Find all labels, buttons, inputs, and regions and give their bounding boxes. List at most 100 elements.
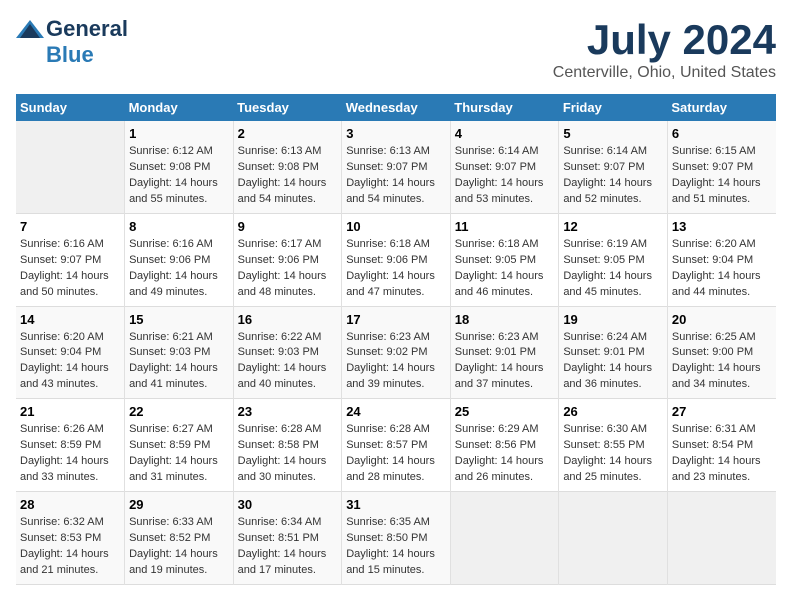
day-number: 3 xyxy=(346,126,446,141)
cell-week1-day3: 3 Sunrise: 6:13 AMSunset: 9:07 PMDayligh… xyxy=(342,121,451,213)
cell-week2-day4: 11 Sunrise: 6:18 AMSunset: 9:05 PMDaylig… xyxy=(450,213,559,306)
day-number: 21 xyxy=(20,404,120,419)
cell-content: Sunrise: 6:20 AMSunset: 9:04 PMDaylight:… xyxy=(672,238,761,298)
cell-content: Sunrise: 6:25 AMSunset: 9:00 PMDaylight:… xyxy=(672,331,761,391)
day-number: 10 xyxy=(346,219,446,234)
day-number: 6 xyxy=(672,126,772,141)
logo-icon xyxy=(16,20,44,38)
cell-week3-day4: 18 Sunrise: 6:23 AMSunset: 9:01 PMDaylig… xyxy=(450,306,559,399)
day-number: 13 xyxy=(672,219,772,234)
cell-week5-day3: 31 Sunrise: 6:35 AMSunset: 8:50 PMDaylig… xyxy=(342,492,451,585)
day-number: 26 xyxy=(563,404,663,419)
cell-content: Sunrise: 6:28 AMSunset: 8:58 PMDaylight:… xyxy=(238,423,327,483)
cell-content: Sunrise: 6:16 AMSunset: 9:06 PMDaylight:… xyxy=(129,238,218,298)
week-row-4: 21 Sunrise: 6:26 AMSunset: 8:59 PMDaylig… xyxy=(16,399,776,492)
cell-week4-day6: 27 Sunrise: 6:31 AMSunset: 8:54 PMDaylig… xyxy=(667,399,776,492)
day-number: 28 xyxy=(20,497,120,512)
cell-week1-day2: 2 Sunrise: 6:13 AMSunset: 9:08 PMDayligh… xyxy=(233,121,342,213)
cell-content: Sunrise: 6:23 AMSunset: 9:01 PMDaylight:… xyxy=(455,331,544,391)
cell-content: Sunrise: 6:15 AMSunset: 9:07 PMDaylight:… xyxy=(672,145,761,205)
cell-content: Sunrise: 6:21 AMSunset: 9:03 PMDaylight:… xyxy=(129,331,218,391)
cell-week1-day5: 5 Sunrise: 6:14 AMSunset: 9:07 PMDayligh… xyxy=(559,121,668,213)
day-number: 18 xyxy=(455,312,555,327)
title-section: July 2024 Centerville, Ohio, United Stat… xyxy=(553,16,776,82)
week-row-3: 14 Sunrise: 6:20 AMSunset: 9:04 PMDaylig… xyxy=(16,306,776,399)
cell-week5-day4 xyxy=(450,492,559,585)
cell-week5-day2: 30 Sunrise: 6:34 AMSunset: 8:51 PMDaylig… xyxy=(233,492,342,585)
cell-content: Sunrise: 6:24 AMSunset: 9:01 PMDaylight:… xyxy=(563,331,652,391)
header: General Blue July 2024 Centerville, Ohio… xyxy=(16,16,776,82)
column-header-thursday: Thursday xyxy=(450,94,559,121)
cell-week1-day0 xyxy=(16,121,125,213)
subtitle: Centerville, Ohio, United States xyxy=(553,64,776,82)
cell-week4-day3: 24 Sunrise: 6:28 AMSunset: 8:57 PMDaylig… xyxy=(342,399,451,492)
day-number: 22 xyxy=(129,404,229,419)
cell-week1-day6: 6 Sunrise: 6:15 AMSunset: 9:07 PMDayligh… xyxy=(667,121,776,213)
cell-week2-day0: 7 Sunrise: 6:16 AMSunset: 9:07 PMDayligh… xyxy=(16,213,125,306)
cell-week3-day6: 20 Sunrise: 6:25 AMSunset: 9:00 PMDaylig… xyxy=(667,306,776,399)
cell-week4-day2: 23 Sunrise: 6:28 AMSunset: 8:58 PMDaylig… xyxy=(233,399,342,492)
cell-content: Sunrise: 6:18 AMSunset: 9:05 PMDaylight:… xyxy=(455,238,544,298)
cell-week2-day5: 12 Sunrise: 6:19 AMSunset: 9:05 PMDaylig… xyxy=(559,213,668,306)
column-header-sunday: Sunday xyxy=(16,94,125,121)
cell-week5-day0: 28 Sunrise: 6:32 AMSunset: 8:53 PMDaylig… xyxy=(16,492,125,585)
week-row-1: 1 Sunrise: 6:12 AMSunset: 9:08 PMDayligh… xyxy=(16,121,776,213)
day-number: 5 xyxy=(563,126,663,141)
day-number: 7 xyxy=(20,219,120,234)
cell-content: Sunrise: 6:13 AMSunset: 9:08 PMDaylight:… xyxy=(238,145,327,205)
cell-week2-day1: 8 Sunrise: 6:16 AMSunset: 9:06 PMDayligh… xyxy=(125,213,234,306)
day-number: 23 xyxy=(238,404,338,419)
cell-content: Sunrise: 6:19 AMSunset: 9:05 PMDaylight:… xyxy=(563,238,652,298)
cell-content: Sunrise: 6:18 AMSunset: 9:06 PMDaylight:… xyxy=(346,238,435,298)
cell-week2-day2: 9 Sunrise: 6:17 AMSunset: 9:06 PMDayligh… xyxy=(233,213,342,306)
cell-week5-day6 xyxy=(667,492,776,585)
day-number: 17 xyxy=(346,312,446,327)
day-number: 19 xyxy=(563,312,663,327)
cell-content: Sunrise: 6:22 AMSunset: 9:03 PMDaylight:… xyxy=(238,331,327,391)
cell-week2-day3: 10 Sunrise: 6:18 AMSunset: 9:06 PMDaylig… xyxy=(342,213,451,306)
day-number: 16 xyxy=(238,312,338,327)
cell-content: Sunrise: 6:12 AMSunset: 9:08 PMDaylight:… xyxy=(129,145,218,205)
cell-week1-day1: 1 Sunrise: 6:12 AMSunset: 9:08 PMDayligh… xyxy=(125,121,234,213)
logo-general: General xyxy=(46,16,128,42)
cell-content: Sunrise: 6:29 AMSunset: 8:56 PMDaylight:… xyxy=(455,423,544,483)
calendar-table: SundayMondayTuesdayWednesdayThursdayFrid… xyxy=(16,94,776,585)
cell-content: Sunrise: 6:14 AMSunset: 9:07 PMDaylight:… xyxy=(563,145,652,205)
day-number: 31 xyxy=(346,497,446,512)
cell-week4-day4: 25 Sunrise: 6:29 AMSunset: 8:56 PMDaylig… xyxy=(450,399,559,492)
column-header-monday: Monday xyxy=(125,94,234,121)
cell-week3-day0: 14 Sunrise: 6:20 AMSunset: 9:04 PMDaylig… xyxy=(16,306,125,399)
cell-week1-day4: 4 Sunrise: 6:14 AMSunset: 9:07 PMDayligh… xyxy=(450,121,559,213)
column-header-wednesday: Wednesday xyxy=(342,94,451,121)
day-number: 24 xyxy=(346,404,446,419)
cell-week2-day6: 13 Sunrise: 6:20 AMSunset: 9:04 PMDaylig… xyxy=(667,213,776,306)
cell-content: Sunrise: 6:32 AMSunset: 8:53 PMDaylight:… xyxy=(20,516,109,576)
cell-content: Sunrise: 6:13 AMSunset: 9:07 PMDaylight:… xyxy=(346,145,435,205)
column-header-tuesday: Tuesday xyxy=(233,94,342,121)
week-row-5: 28 Sunrise: 6:32 AMSunset: 8:53 PMDaylig… xyxy=(16,492,776,585)
column-header-friday: Friday xyxy=(559,94,668,121)
cell-content: Sunrise: 6:33 AMSunset: 8:52 PMDaylight:… xyxy=(129,516,218,576)
cell-content: Sunrise: 6:34 AMSunset: 8:51 PMDaylight:… xyxy=(238,516,327,576)
cell-week3-day5: 19 Sunrise: 6:24 AMSunset: 9:01 PMDaylig… xyxy=(559,306,668,399)
cell-content: Sunrise: 6:26 AMSunset: 8:59 PMDaylight:… xyxy=(20,423,109,483)
week-row-2: 7 Sunrise: 6:16 AMSunset: 9:07 PMDayligh… xyxy=(16,213,776,306)
logo: General Blue xyxy=(16,16,128,68)
day-number: 8 xyxy=(129,219,229,234)
cell-content: Sunrise: 6:17 AMSunset: 9:06 PMDaylight:… xyxy=(238,238,327,298)
column-header-saturday: Saturday xyxy=(667,94,776,121)
cell-content: Sunrise: 6:30 AMSunset: 8:55 PMDaylight:… xyxy=(563,423,652,483)
cell-week4-day0: 21 Sunrise: 6:26 AMSunset: 8:59 PMDaylig… xyxy=(16,399,125,492)
cell-week4-day1: 22 Sunrise: 6:27 AMSunset: 8:59 PMDaylig… xyxy=(125,399,234,492)
day-number: 11 xyxy=(455,219,555,234)
cell-week4-day5: 26 Sunrise: 6:30 AMSunset: 8:55 PMDaylig… xyxy=(559,399,668,492)
cell-week3-day1: 15 Sunrise: 6:21 AMSunset: 9:03 PMDaylig… xyxy=(125,306,234,399)
day-number: 29 xyxy=(129,497,229,512)
cell-week3-day2: 16 Sunrise: 6:22 AMSunset: 9:03 PMDaylig… xyxy=(233,306,342,399)
day-number: 2 xyxy=(238,126,338,141)
cell-content: Sunrise: 6:16 AMSunset: 9:07 PMDaylight:… xyxy=(20,238,109,298)
day-number: 12 xyxy=(563,219,663,234)
day-number: 27 xyxy=(672,404,772,419)
cell-content: Sunrise: 6:20 AMSunset: 9:04 PMDaylight:… xyxy=(20,331,109,391)
day-number: 4 xyxy=(455,126,555,141)
